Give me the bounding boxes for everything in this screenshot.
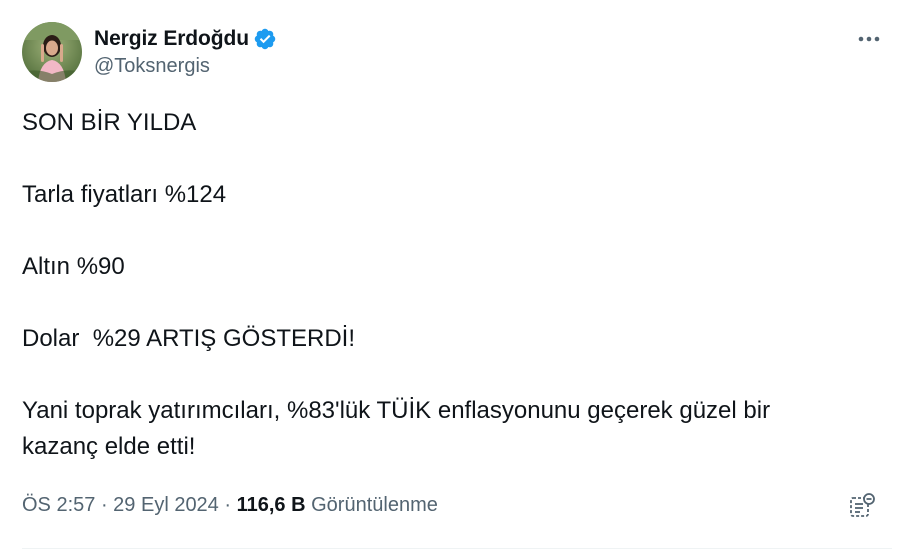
meta-separator: · xyxy=(218,493,237,516)
more-options-icon[interactable] xyxy=(854,26,884,52)
tweet-line: Yani toprak yatırımcıları, %83'lük TÜİK … xyxy=(22,397,771,424)
views-count: 116,6 B xyxy=(236,493,306,516)
tweet-line: SON BİR YILDA xyxy=(22,109,197,136)
tweet-line: Dolar %29 ARTIŞ GÖSTERDİ! xyxy=(22,325,355,352)
tweet-date: 29 Eyl 2024 xyxy=(113,493,219,516)
divider xyxy=(22,548,892,549)
tweet-text: SON BİR YILDA Tarla fiyatları %124 Altın… xyxy=(22,105,882,465)
handle[interactable]: @Toksnergis xyxy=(94,55,277,78)
tweet-line: kazanç elde etti! xyxy=(22,433,196,460)
timestamp-link[interactable]: ÖS 2:57 · 29 Eyl 2024 xyxy=(22,494,219,517)
analytics-icon[interactable] xyxy=(848,492,876,520)
tweet-line: Altın %90 xyxy=(22,253,125,280)
tweet-line: Tarla fiyatları %124 xyxy=(22,181,227,208)
tweet-time: ÖS 2:57 xyxy=(22,493,96,516)
meta-separator: · xyxy=(95,493,114,516)
display-name[interactable]: Nergiz Erdoğdu xyxy=(94,27,249,51)
avatar[interactable] xyxy=(22,22,82,82)
author-names: Nergiz Erdoğdu @Toksnergis xyxy=(94,26,277,78)
tweet-header: Nergiz Erdoğdu @Toksnergis xyxy=(22,22,277,84)
tweet: Nergiz Erdoğdu @Toksnergis SON BİR YILDA… xyxy=(0,0,914,558)
name-row: Nergiz Erdoğdu xyxy=(94,26,277,52)
verified-badge-icon xyxy=(253,27,277,51)
tweet-meta: ÖS 2:57 · 29 Eyl 2024 · 116,6 B Görüntül… xyxy=(22,490,438,520)
views-label: Görüntülenme xyxy=(311,493,438,516)
